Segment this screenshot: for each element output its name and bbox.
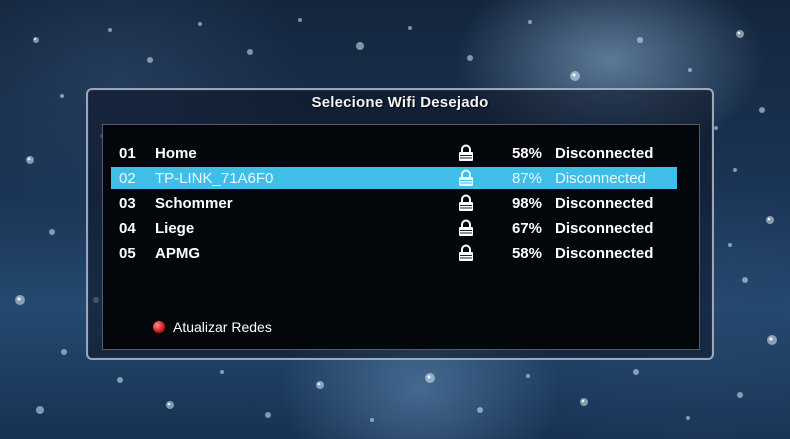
- network-number: 05: [119, 245, 136, 262]
- signal-strength: 67%: [511, 220, 542, 237]
- lock-icon: [459, 169, 473, 186]
- network-number: 01: [119, 145, 136, 162]
- connection-status: Disconnected: [555, 145, 654, 162]
- lock-icon: [459, 144, 473, 161]
- connection-status: Disconnected: [555, 170, 646, 187]
- wifi-network-list[interactable]: 01 Home 58% Disconnected 02 TP-LINK_71A6…: [102, 124, 700, 350]
- lock-icon: [459, 219, 473, 236]
- lock-icon: [459, 244, 473, 261]
- connection-status: Disconnected: [555, 220, 654, 237]
- network-number: 03: [119, 195, 136, 212]
- network-name: Home: [155, 145, 197, 162]
- network-name: Liege: [155, 220, 195, 237]
- signal-strength: 98%: [511, 195, 542, 212]
- network-number: 04: [119, 220, 136, 237]
- network-name: TP-LINK_71A6F0: [155, 170, 274, 187]
- network-name: APMG: [155, 245, 200, 262]
- signal-strength: 58%: [511, 145, 542, 162]
- network-number: 02: [119, 170, 136, 187]
- wifi-network-row[interactable]: 03 Schommer 98% Disconnected: [111, 192, 677, 214]
- wifi-network-row[interactable]: 05 APMG 58% Disconnected: [111, 242, 677, 264]
- connection-status: Disconnected: [555, 245, 654, 262]
- signal-strength: 87%: [511, 170, 542, 187]
- signal-strength: 58%: [511, 245, 542, 262]
- connection-status: Disconnected: [555, 195, 654, 212]
- network-name: Schommer: [155, 195, 233, 212]
- red-button-icon: [153, 321, 165, 333]
- lock-icon: [459, 194, 473, 211]
- wifi-network-row-selected[interactable]: 02 TP-LINK_71A6F0 87% Disconnected: [111, 167, 677, 189]
- dialog-title: Selecione Wifi Desejado: [311, 94, 489, 111]
- wifi-select-dialog: Selecione Wifi Desejado 01 Home 58% Disc…: [86, 88, 714, 360]
- refresh-networks-label: Atualizar Redes: [173, 319, 272, 335]
- wifi-network-row[interactable]: 01 Home 58% Disconnected: [111, 142, 677, 164]
- wifi-network-row[interactable]: 04 Liege 67% Disconnected: [111, 217, 677, 239]
- tv-screen: Selecione Wifi Desejado 01 Home 58% Disc…: [0, 0, 790, 439]
